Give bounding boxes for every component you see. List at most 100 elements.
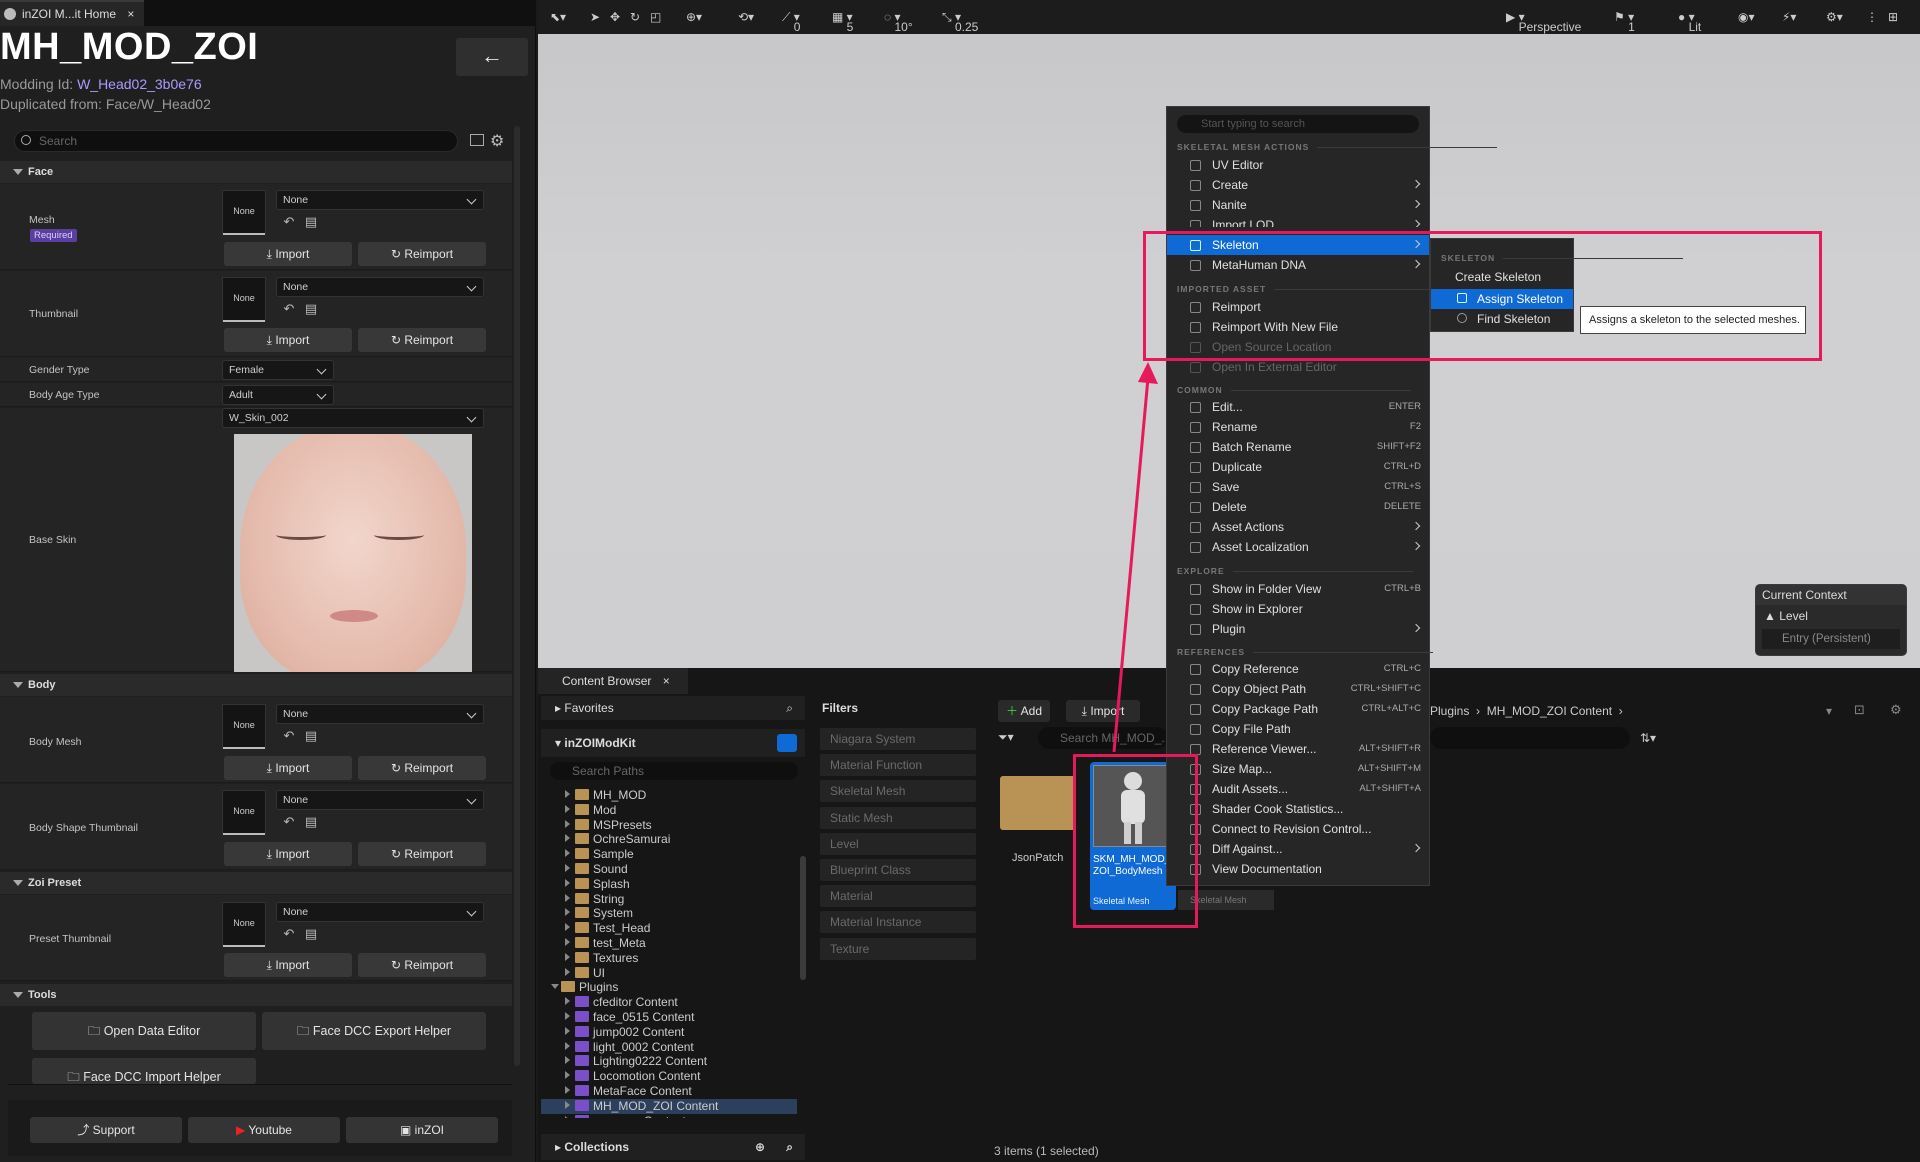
- filter-item[interactable]: Texture: [820, 937, 976, 960]
- perspective-dropdown[interactable]: ▶ Perspective ▾: [1506, 10, 1581, 34]
- open-data-editor-button[interactable]: 🗀 Open Data Editor: [32, 1012, 256, 1050]
- body-mesh-asset-picker[interactable]: None: [276, 704, 484, 724]
- performance-icon[interactable]: ⚡▾: [1782, 10, 1796, 24]
- skin-dropdown[interactable]: W_Skin_002: [222, 408, 484, 428]
- face-dcc-export-button[interactable]: 🗀 Face DCC Export Helper: [262, 1012, 486, 1050]
- menu-show-folder-view[interactable]: Show in Folder View CTRL+B: [1167, 579, 1429, 599]
- body-mesh-import-button[interactable]: ⤓ Import: [224, 756, 352, 780]
- tree-item[interactable]: UI: [541, 966, 797, 981]
- project-tree-header[interactable]: ▾ inZOIModKit: [541, 729, 805, 757]
- move-tool-icon[interactable]: ✥: [610, 10, 620, 24]
- table-view-icon[interactable]: [470, 134, 484, 146]
- section-tools[interactable]: Tools: [0, 984, 512, 1006]
- filter-item[interactable]: Material Function: [820, 754, 976, 777]
- search-paths-input[interactable]: Search Paths: [550, 762, 798, 780]
- tree-item[interactable]: Plugins: [541, 980, 797, 995]
- breadcrumb[interactable]: Plugins › MH_MOD_ZOI Content ›: [1430, 704, 1623, 718]
- menu-nanite[interactable]: Nanite: [1167, 195, 1429, 215]
- menu-duplicate[interactable]: Duplicate CTRL+D: [1167, 457, 1429, 477]
- context-entry-dropdown[interactable]: Entry (Persistent): [1762, 629, 1900, 649]
- folder-tree[interactable]: MH_MOD Mod MSPresets OchreSamurai Sample Soun…: [541, 788, 801, 1118]
- search-toggle-icon[interactable]: [777, 734, 797, 752]
- tree-item[interactable]: Lighting0222 Content: [541, 1054, 797, 1069]
- tab-content-browser[interactable]: Content Browser ×: [538, 668, 688, 694]
- use-selected-icon[interactable]: ↶: [282, 215, 296, 229]
- world-space-icon[interactable]: ⊕▾: [686, 10, 702, 24]
- tree-item[interactable]: light_0002 Content: [541, 1040, 797, 1055]
- tab-modkit-home[interactable]: inZOI M...it Home ×: [0, 0, 144, 26]
- tree-item[interactable]: cfeditor Content: [541, 995, 797, 1010]
- tree-item[interactable]: Sample: [541, 847, 797, 862]
- section-face[interactable]: Face: [0, 161, 512, 183]
- scale-snap-icon[interactable]: ⤡ 0.25 ▾: [942, 10, 978, 34]
- menu-copy-file-path[interactable]: Copy File Path: [1167, 719, 1429, 739]
- menu-copy-reference[interactable]: Copy Reference CTRL+C: [1167, 659, 1429, 679]
- tree-item[interactable]: System: [541, 906, 797, 921]
- menu-edit[interactable]: Edit... ENTER: [1167, 397, 1429, 417]
- age-dropdown[interactable]: Adult: [222, 385, 334, 405]
- filter-item[interactable]: Niagara System: [820, 728, 976, 750]
- youtube-button[interactable]: ▶ Youtube: [188, 1117, 340, 1143]
- more-options-icon[interactable]: ⋮: [1866, 10, 1878, 24]
- browse-asset-icon[interactable]: ▤: [304, 215, 318, 229]
- tree-item[interactable]: mocasss Content: [541, 1114, 797, 1118]
- filter-item[interactable]: Material Instance: [820, 911, 976, 934]
- section-zoi-preset[interactable]: Zoi Preset: [0, 872, 512, 894]
- thumbnail-reimport-button[interactable]: ↻ Reimport: [358, 328, 486, 352]
- filter-item[interactable]: Skeletal Mesh: [820, 780, 976, 803]
- filter-dropdown-icon[interactable]: ⏷▾: [998, 730, 1014, 745]
- menu-revision-control[interactable]: Connect to Revision Control...: [1167, 819, 1429, 839]
- collections-header[interactable]: ▸ Collections ⊕ ⌕: [541, 1134, 805, 1160]
- preset-reimport-button[interactable]: ↻ Reimport: [358, 953, 486, 977]
- content-settings-icon[interactable]: ⚙: [1890, 702, 1902, 718]
- menu-copy-package-path[interactable]: Copy Package Path CTRL+ALT+C: [1167, 699, 1429, 719]
- menu-import-lod[interactable]: Import LOD: [1167, 215, 1429, 227]
- browse-asset-icon[interactable]: ▤: [304, 927, 318, 941]
- select-tool-icon[interactable]: ➤: [590, 10, 600, 24]
- filter-item[interactable]: Level: [820, 832, 976, 855]
- select-mode-icon[interactable]: ⬉▾: [550, 10, 566, 24]
- browse-asset-icon[interactable]: ▤: [304, 815, 318, 829]
- tree-item[interactable]: jump002 Content: [541, 1025, 797, 1040]
- menu-copy-object-path[interactable]: Copy Object Path CTRL+SHIFT+C: [1167, 679, 1429, 699]
- preset-thumbnail[interactable]: None: [222, 902, 266, 947]
- tree-item[interactable]: OchreSamurai: [541, 832, 797, 847]
- add-button[interactable]: ＋ Add: [998, 700, 1050, 722]
- menu-plugin[interactable]: Plugin: [1167, 619, 1429, 639]
- tree-item[interactable]: Textures: [541, 951, 797, 966]
- body-shape-asset-picker[interactable]: None: [276, 790, 484, 810]
- layout-icon[interactable]: ⊞: [1888, 10, 1898, 24]
- sort-icon[interactable]: ⇅▾: [1640, 731, 1656, 745]
- menu-audit-assets[interactable]: Audit Assets... ALT+SHIFT+A: [1167, 779, 1429, 799]
- body-shape-thumbnail[interactable]: None: [222, 790, 266, 835]
- menu-delete[interactable]: Delete DELETE: [1167, 497, 1429, 517]
- lock-icon[interactable]: ⊡: [1854, 702, 1865, 718]
- tree-item[interactable]: Mod: [541, 803, 797, 818]
- tree-item[interactable]: String: [541, 892, 797, 907]
- menu-uv-editor[interactable]: UV Editor: [1167, 155, 1429, 175]
- face-dcc-import-button[interactable]: 🗀 Face DCC Import Helper: [32, 1058, 256, 1084]
- camera-speed-dropdown[interactable]: ⚑ 1 ▾: [1614, 10, 1635, 34]
- support-button[interactable]: ⤴ Support: [30, 1117, 182, 1143]
- menu-size-map[interactable]: Size Map... ALT+SHIFT+M: [1167, 759, 1429, 779]
- menu-reference-viewer[interactable]: Reference Viewer... ALT+SHIFT+R: [1167, 739, 1429, 759]
- rotate-tool-icon[interactable]: ↻: [630, 10, 640, 24]
- tree-item[interactable]: MH_MOD: [541, 788, 797, 803]
- thumbnail-asset-picker[interactable]: None: [276, 277, 484, 297]
- use-selected-icon[interactable]: ↶: [282, 927, 296, 941]
- body-shape-import-button[interactable]: ⤓ Import: [224, 842, 352, 866]
- thumbnail-import-button[interactable]: ⤓ Import: [224, 328, 352, 352]
- path-history-icon[interactable]: ▾: [1826, 704, 1832, 718]
- section-body[interactable]: Body: [0, 674, 512, 696]
- use-selected-icon[interactable]: ↶: [282, 729, 296, 743]
- tree-scrollbar[interactable]: [800, 856, 806, 980]
- inzoi-button[interactable]: ▣ inZOI: [346, 1117, 498, 1143]
- close-icon[interactable]: ×: [127, 7, 134, 21]
- preset-asset-picker[interactable]: None: [276, 902, 484, 922]
- filter-item[interactable]: Material: [820, 885, 976, 908]
- favorites-header[interactable]: ▸ Favorites ⌕: [541, 696, 805, 720]
- tree-item[interactable]: Locomotion Content: [541, 1069, 797, 1084]
- body-mesh-reimport-button[interactable]: ↻ Reimport: [358, 756, 486, 780]
- lit-mode-dropdown[interactable]: ● Lit ▾: [1678, 10, 1701, 34]
- modding-id-link[interactable]: W_Head02_3b0e76: [77, 76, 202, 92]
